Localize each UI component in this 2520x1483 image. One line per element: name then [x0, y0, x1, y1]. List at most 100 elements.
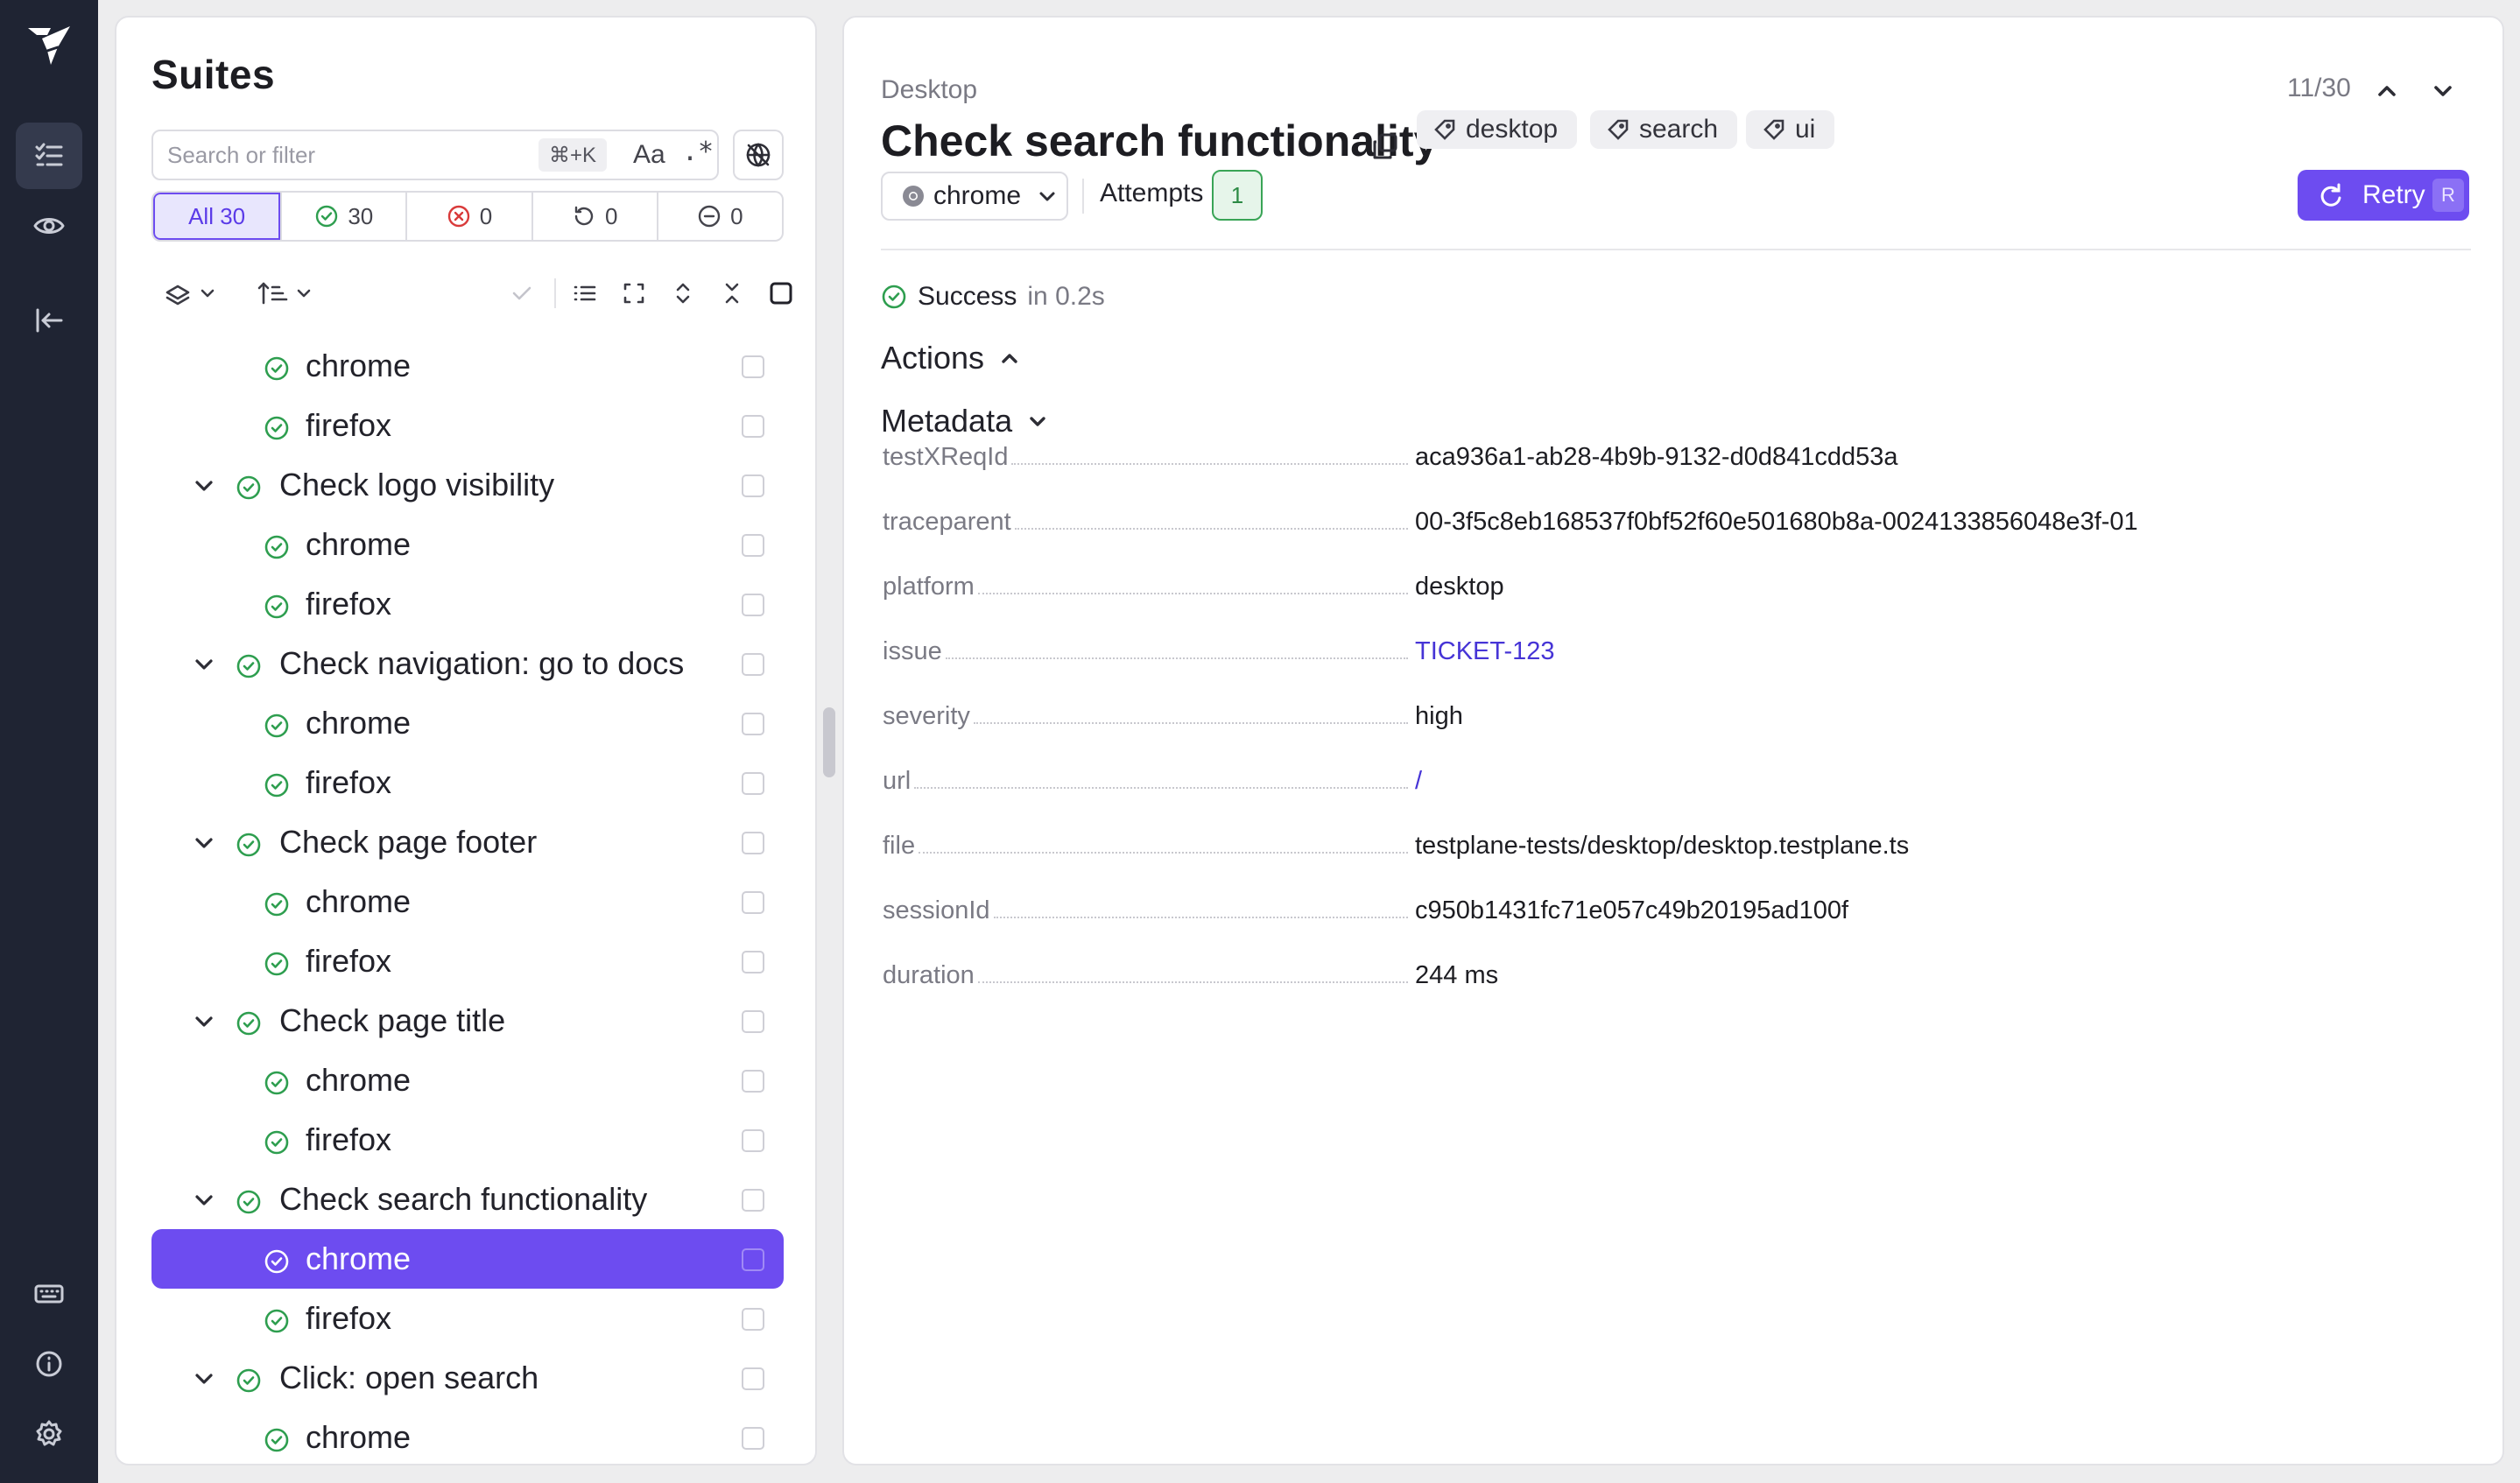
group-by-dropdown[interactable] [164, 271, 218, 315]
check-circle-icon [236, 472, 262, 500]
tree-browser-row[interactable]: chrome [151, 872, 784, 931]
browser-select[interactable]: chrome [881, 172, 1068, 221]
expand-all-button[interactable] [670, 271, 696, 315]
tree-suite-row[interactable]: Check navigation: go to docs [151, 634, 784, 693]
tree-browser-row[interactable]: chrome [151, 1408, 784, 1464]
chevron-down-icon[interactable] [190, 471, 218, 499]
check-circle-icon [264, 531, 290, 559]
tree-browser-row[interactable]: chrome [151, 693, 784, 753]
accept-all-button[interactable] [509, 271, 535, 315]
tree-browser-row[interactable]: chrome [151, 336, 784, 396]
tree-browser-row[interactable]: firefox [151, 1289, 784, 1348]
tag-icon [1763, 119, 1784, 140]
metadata-key: duration [883, 961, 1411, 990]
filter-retried-count: 0 [604, 202, 618, 229]
chevron-down-icon[interactable] [190, 650, 218, 678]
row-checkbox[interactable] [742, 891, 764, 914]
row-checkbox[interactable] [742, 594, 764, 616]
check-circle-icon [264, 1127, 290, 1155]
select-all-checkbox[interactable] [768, 271, 794, 315]
app-rail [0, 0, 98, 1483]
metadata-section-toggle[interactable]: Metadata [881, 403, 1051, 439]
match-case-toggle[interactable]: Aa [633, 140, 665, 170]
row-checkbox[interactable] [742, 355, 764, 378]
tag-desktop[interactable]: desktop [1417, 110, 1578, 149]
status-duration: in 0.2s [1027, 282, 1105, 311]
row-checkbox[interactable] [742, 534, 764, 557]
row-checkbox[interactable] [742, 1010, 764, 1033]
tree-browser-row[interactable]: firefox [151, 1110, 784, 1170]
strict-match-button[interactable] [733, 130, 784, 180]
retry-button[interactable]: Retry R [2298, 170, 2469, 221]
toolbar-divider [1082, 179, 1084, 214]
filter-failed[interactable]: 0 [405, 193, 531, 240]
tag-icon [1434, 119, 1455, 140]
row-checkbox[interactable] [742, 1308, 764, 1331]
collapse-sidebar-button[interactable] [16, 287, 82, 354]
panel-resize-handle[interactable] [823, 707, 835, 777]
sort-dropdown[interactable] [257, 271, 318, 315]
filter-skipped[interactable]: 0 [656, 193, 782, 240]
metadata-value: desktop [1415, 573, 1504, 601]
search-input[interactable]: Search or filter ⌘+K Aa .* [151, 130, 719, 180]
suites-nav-button[interactable] [16, 123, 82, 189]
row-checkbox[interactable] [742, 951, 764, 973]
tree-browser-row[interactable]: firefox [151, 574, 784, 634]
filter-all[interactable]: All 30 [153, 193, 281, 240]
filter-passed[interactable]: 30 [280, 193, 405, 240]
testplane-logo-icon[interactable] [19, 16, 79, 75]
chevron-down-icon[interactable] [190, 1007, 218, 1035]
row-checkbox[interactable] [742, 1129, 764, 1152]
tree-suite-row[interactable]: Check logo visibility [151, 455, 784, 515]
actions-section-toggle[interactable]: Actions [881, 340, 1023, 376]
copy-title-button[interactable] [1369, 131, 1401, 163]
chevron-down-icon[interactable] [190, 1364, 218, 1392]
test-counter: 11/30 [2287, 74, 2351, 102]
tree-browser-row[interactable]: chrome [151, 1229, 784, 1289]
row-checkbox[interactable] [742, 832, 764, 854]
previous-test-button[interactable] [2371, 75, 2403, 107]
tree-browser-row[interactable]: firefox [151, 753, 784, 812]
row-checkbox[interactable] [742, 1248, 764, 1271]
row-checkbox[interactable] [742, 1189, 764, 1212]
row-checkbox[interactable] [742, 653, 764, 676]
keyboard-shortcuts-button[interactable] [16, 1261, 82, 1327]
tree-browser-row[interactable]: chrome [151, 1051, 784, 1110]
tag-ui[interactable]: ui [1746, 110, 1835, 149]
filter-retried[interactable]: 0 [531, 193, 657, 240]
info-button[interactable] [16, 1331, 82, 1397]
regex-toggle[interactable]: .* [682, 137, 714, 167]
chevron-down-icon[interactable] [190, 1185, 218, 1213]
settings-button[interactable] [16, 1401, 82, 1467]
tree-suite-row[interactable]: Check page title [151, 991, 784, 1051]
collapse-all-button[interactable] [719, 271, 745, 315]
row-checkbox[interactable] [742, 772, 764, 795]
row-checkbox[interactable] [742, 474, 764, 497]
actions-heading: Actions [881, 340, 985, 376]
tree-view-button[interactable] [572, 271, 598, 315]
tree-row-label: chrome [306, 705, 412, 741]
tree-suite-row[interactable]: Click: open search [151, 1348, 784, 1408]
metadata-key-label: file [883, 832, 916, 860]
tree-suite-row[interactable]: Check page footer [151, 812, 784, 872]
tree-browser-row[interactable]: firefox [151, 931, 784, 991]
metadata-key: testXReqId [883, 443, 1411, 472]
attempt-1-button[interactable]: 1 [1212, 170, 1263, 221]
next-test-button[interactable] [2427, 75, 2459, 107]
tree-browser-row[interactable]: chrome [151, 515, 784, 574]
layers-chevron-icon [165, 285, 215, 306]
tree-suite-row[interactable]: Check search functionality [151, 1170, 784, 1229]
row-checkbox[interactable] [742, 415, 764, 438]
row-checkbox[interactable] [742, 1427, 764, 1450]
chevron-down-icon[interactable] [190, 828, 218, 856]
row-checkbox[interactable] [742, 1070, 764, 1093]
metadata-link[interactable]: TICKET-123 [1415, 637, 1555, 666]
row-checkbox[interactable] [742, 1367, 764, 1390]
metadata-link[interactable]: / [1415, 767, 1422, 796]
filter-passed-count: 30 [348, 202, 374, 229]
tag-search[interactable]: search [1590, 110, 1738, 149]
row-checkbox[interactable] [742, 713, 764, 735]
tree-browser-row[interactable]: firefox [151, 396, 784, 455]
visual-checks-nav-button[interactable] [16, 193, 82, 259]
focus-button[interactable] [621, 271, 647, 315]
